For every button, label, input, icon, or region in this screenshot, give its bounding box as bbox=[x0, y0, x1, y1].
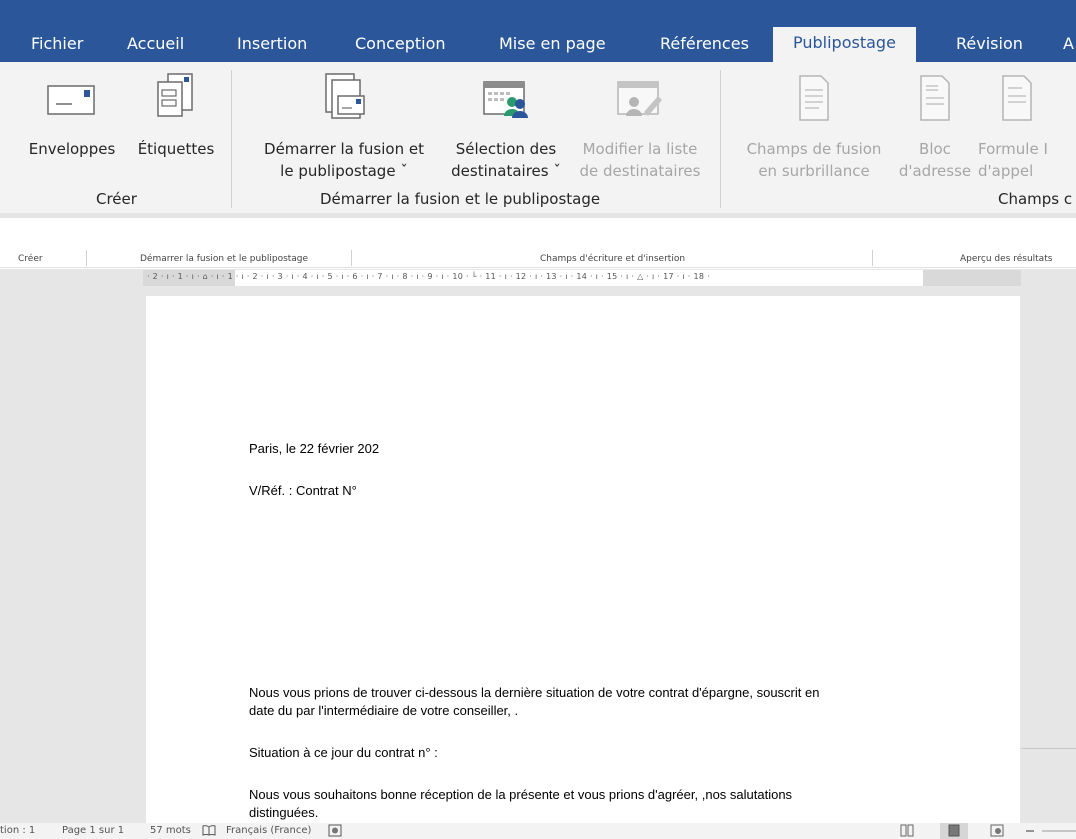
strip-label-creer: Créer bbox=[18, 254, 43, 264]
etiquettes-button[interactable]: Étiquettes bbox=[130, 72, 222, 160]
greeting-line-icon bbox=[1002, 75, 1032, 121]
bloc-label-line2: d'adresse bbox=[898, 162, 972, 180]
selection-destinataires-button[interactable]: Sélection des destinataires ˇ bbox=[440, 72, 572, 182]
closing-line: distinguées. bbox=[249, 805, 319, 820]
formule-label-line1: Formule I bbox=[978, 140, 1048, 158]
zoom-slider-icon[interactable] bbox=[1024, 825, 1076, 837]
ruler-ticks: · 2 · ı · 1 · ı · ⌂ · ı · 1 · ı · 2 · ı … bbox=[147, 272, 710, 281]
demarrer-fusion-button[interactable]: Démarrer la fusion et le publipostage ˇ bbox=[246, 72, 442, 182]
read-mode-icon[interactable] bbox=[900, 824, 914, 837]
tab-revision[interactable]: Révision bbox=[956, 33, 1023, 62]
group-label-champs: Champs c bbox=[998, 190, 1073, 208]
tab-insertion[interactable]: Insertion bbox=[237, 33, 307, 62]
modifier-liste-button[interactable]: Modifier la liste de destinataires bbox=[570, 72, 710, 182]
web-layout-icon[interactable] bbox=[990, 824, 1004, 837]
champs-label-line1: Champs de fusion bbox=[746, 140, 882, 158]
formule-appel-button[interactable]: Formule I d'appel bbox=[974, 74, 1076, 182]
strip-label-demarrer: Démarrer la fusion et le publipostage bbox=[140, 254, 309, 264]
status-words[interactable]: 57 mots bbox=[150, 825, 191, 836]
strip-label-champs: Champs d'écriture et d'insertion bbox=[540, 254, 686, 264]
date-line: Paris, le 22 février 202 bbox=[249, 441, 380, 456]
formule-label-line2: d'appel bbox=[978, 162, 1034, 180]
modifier-label-line1: Modifier la liste bbox=[582, 140, 698, 158]
status-section: tion : 1 bbox=[0, 825, 36, 836]
modifier-label-line2: de destinataires bbox=[579, 162, 701, 180]
champs-label-line2: en surbrillance bbox=[758, 162, 870, 180]
print-layout-icon[interactable] bbox=[947, 824, 961, 837]
envelope-icon bbox=[47, 85, 95, 115]
tab-conception[interactable]: Conception bbox=[355, 33, 446, 62]
reference-line: V/Réf. : Contrat N° bbox=[249, 483, 357, 498]
strip-label-apercu: Aperçu des résultats bbox=[960, 254, 1053, 264]
proofing-book-icon[interactable] bbox=[202, 824, 216, 836]
champs-surbrillance-button[interactable]: Champs de fusion en surbrillance bbox=[732, 74, 896, 182]
tab-references[interactable]: Références bbox=[660, 33, 749, 62]
scroll-divider bbox=[1021, 748, 1076, 749]
tab-fichier[interactable]: Fichier bbox=[31, 33, 83, 62]
edit-recipient-list-icon bbox=[617, 81, 662, 116]
enveloppes-button[interactable]: Enveloppes bbox=[24, 80, 120, 160]
highlight-fields-icon bbox=[799, 75, 829, 121]
ribbon-shadow bbox=[0, 213, 1076, 218]
selection-label-line1: Sélection des bbox=[455, 140, 557, 158]
status-language[interactable]: Français (France) bbox=[226, 825, 311, 836]
strip-separator bbox=[351, 250, 352, 266]
demarrer-label-line2: le publipostage ˇ bbox=[280, 162, 408, 180]
strip-separator bbox=[872, 250, 873, 266]
enveloppes-label: Enveloppes bbox=[28, 140, 116, 158]
bloc-adresse-button[interactable]: Bloc d'adresse bbox=[896, 74, 974, 182]
paragraph-line: date du par l'intermédiaire de votre con… bbox=[249, 703, 519, 718]
tab-accueil[interactable]: Accueil bbox=[127, 33, 184, 62]
select-recipients-icon bbox=[483, 81, 528, 118]
tab-mise-en-page[interactable]: Mise en page bbox=[499, 33, 606, 62]
tab-publipostage[interactable]: Publipostage bbox=[773, 27, 916, 63]
ruler-right-margin bbox=[923, 270, 1021, 286]
etiquettes-label: Étiquettes bbox=[137, 140, 215, 158]
collapsed-ribbon-strip: Créer Démarrer la fusion et le publipost… bbox=[0, 248, 1076, 268]
situation-line: Situation à ce jour du contrat n° : bbox=[249, 745, 438, 760]
group-label-demarrer: Démarrer la fusion et le publipostage bbox=[320, 190, 601, 208]
group-separator bbox=[231, 70, 232, 208]
demarrer-label-line1: Démarrer la fusion et bbox=[264, 140, 424, 158]
status-page[interactable]: Page 1 sur 1 bbox=[62, 825, 124, 836]
selection-label-line2: destinataires ˇ bbox=[451, 162, 561, 180]
bloc-label-line1: Bloc bbox=[919, 140, 951, 158]
closing-line: Nous vous souhaitons bonne réception de … bbox=[249, 787, 793, 802]
start-mail-merge-icon bbox=[325, 73, 365, 119]
strip-separator bbox=[86, 250, 87, 266]
tab-affichage[interactable]: A bbox=[1063, 33, 1074, 62]
ribbon-tab-bar: Fichier Accueil Insertion Conception Mis… bbox=[0, 0, 1076, 63]
macro-recording-icon[interactable] bbox=[328, 824, 342, 837]
document-page[interactable]: Paris, le 22 février 202 V/Réf. : Contra… bbox=[146, 296, 1020, 824]
status-bar: tion : 1 Page 1 sur 1 57 mots Français (… bbox=[0, 823, 1076, 839]
paragraph-line: Nous vous prions de trouver ci-dessous l… bbox=[249, 685, 820, 700]
group-separator bbox=[720, 70, 721, 208]
horizontal-ruler[interactable]: · 2 · ı · 1 · ı · ⌂ · ı · 1 · ı · 2 · ı … bbox=[143, 270, 1021, 286]
address-block-icon bbox=[920, 75, 950, 121]
labels-icon bbox=[157, 73, 193, 117]
group-label-creer: Créer bbox=[96, 190, 137, 208]
ribbon: Enveloppes Étiquettes Créer Démarrer la … bbox=[0, 62, 1076, 218]
